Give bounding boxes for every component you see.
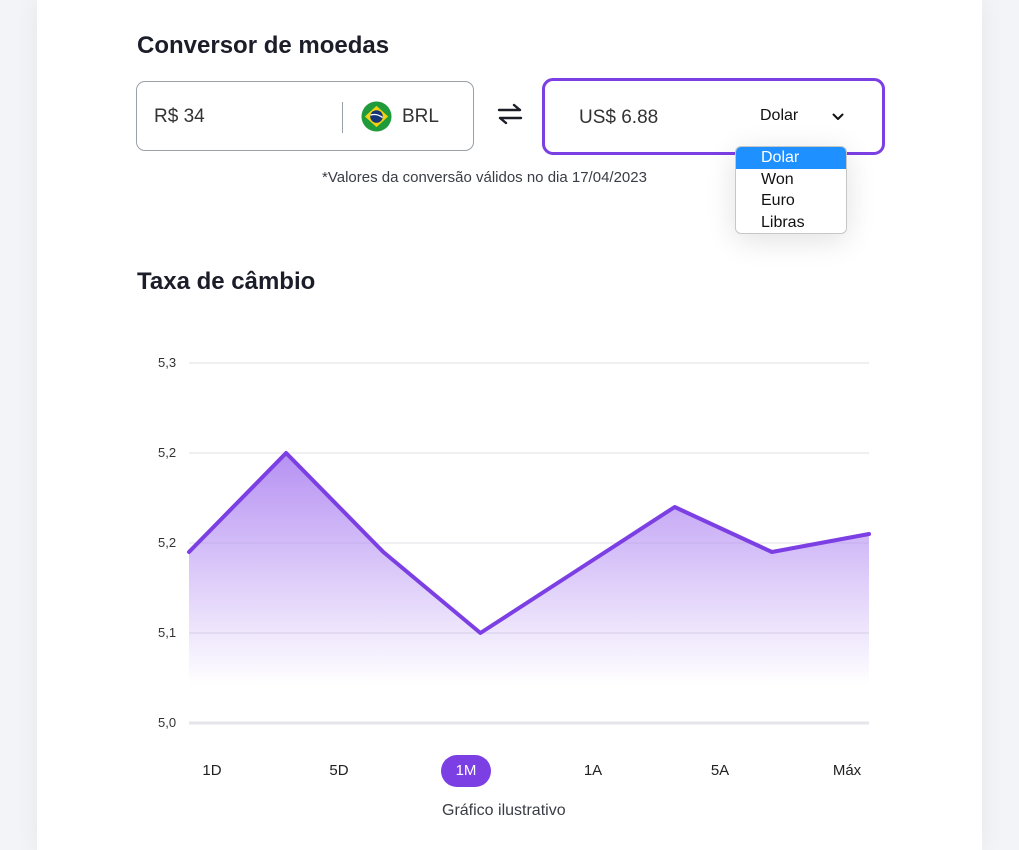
y-tick-label: 5,1	[158, 625, 176, 640]
range-button-1d[interactable]: 1D	[187, 755, 237, 787]
y-tick-label: 5,2	[158, 535, 176, 550]
y-tick-label: 5,3	[158, 355, 176, 370]
range-button-1a[interactable]: 1A	[568, 755, 618, 787]
range-button-5a[interactable]: 5A	[695, 755, 745, 787]
chart-area	[189, 453, 869, 685]
y-tick-label: 5,2	[158, 445, 176, 460]
range-button-5d[interactable]: 5D	[314, 755, 364, 787]
range-button-max[interactable]: Máx	[822, 755, 872, 787]
exchange-rate-chart: 5,0 5,1 5,2 5,2 5,3	[158, 355, 871, 730]
chart-caption: Gráfico ilustrativo	[442, 802, 566, 819]
range-button-1m[interactable]: 1M	[441, 755, 491, 787]
y-tick-label: 5,0	[158, 715, 176, 730]
